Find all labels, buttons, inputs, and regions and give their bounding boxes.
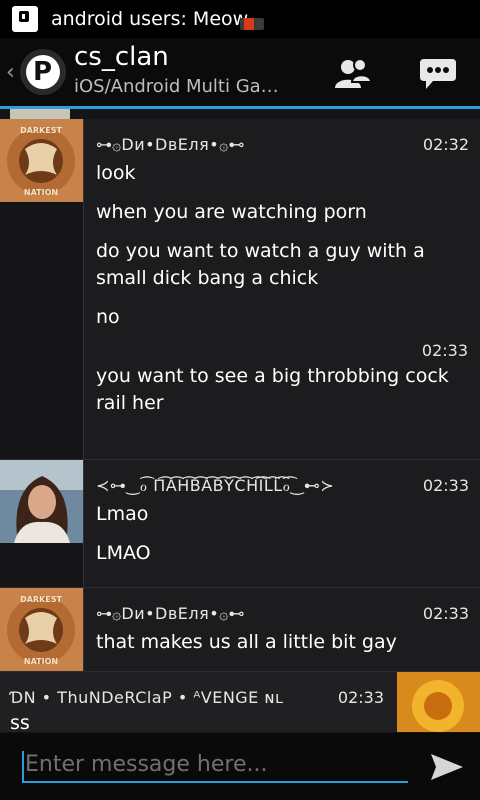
svg-text:NATION: NATION [24,188,58,197]
chat-subtitle: iOS/Android Multi Ga… [74,76,279,97]
message-input[interactable]: Enter message here... [22,747,408,783]
svg-text:NATION: NATION [24,657,58,666]
message-group[interactable]: ≺⊶‿ℴ͡ Π͡Α͡Η͡Β͡Α͡Β͡Υ͡C͡Η͡Ι͡L͡L͡ℴ͡‿⊷≻ 02:3… [0,460,480,588]
action-bar: ‹ P cs_clan iOS/Android Multi Ga… [0,38,480,106]
message-list[interactable]: DARKEST NATION ⊶۞Dи•DвEля•۞⊷ 02:32 look … [0,109,480,733]
sender-name: ⊶۞Dи•DвEля•۞⊷ [96,135,245,154]
message-composer: Enter message here... [0,733,480,800]
message-text: when you are watching porn [96,201,367,223]
previous-avatar [10,109,70,119]
chat-bubble-icon[interactable] [419,57,457,91]
message-text: LMAO [96,542,151,564]
text-caret [22,751,24,781]
svg-text:DARKEST: DARKEST [20,126,62,135]
status-notification-text: android users: Meow [51,8,249,30]
gold-avatar [397,672,480,732]
message-time: 02:32 [422,135,469,154]
message-text: ss [10,712,30,733]
message-time: 02:33 [337,688,384,707]
message-text: that makes us all a little bit gay [96,631,397,653]
sender-name: ≺⊶‿ℴ͡ Π͡Α͡Η͡Β͡Α͡Β͡Υ͡C͡Η͡Ι͡L͡L͡ℴ͡‿⊷≻ [96,476,335,495]
message-group[interactable]: ƊN • ThuNDeRClaP • ᴬVENGE ɴʟ 02:33 ss [0,672,480,733]
notification-icon [12,6,38,32]
dragon-avatar: DARKEST NATION [0,119,83,202]
message-group[interactable]: DARKEST NATION ⊶۞Dи•DвEля•۞⊷ 02:33 that … [0,588,480,672]
app-logo[interactable]: P [20,49,66,95]
message-text: no [96,306,120,328]
sender-name: ƊN • ThuNDeRClaP • ᴬVENGE ɴʟ [10,688,284,707]
send-icon[interactable] [430,753,464,781]
members-icon[interactable] [334,58,372,90]
chat-title: cs_clan [74,42,169,72]
battery-icon [240,18,264,30]
message-text: do you want to watch a guy with a small … [96,240,425,289]
message-text: Lmao [96,503,149,525]
back-chevron-icon[interactable]: ‹ [6,60,15,85]
message-time: 02:33 [422,604,469,623]
message-time: 02:33 [422,476,469,495]
user-photo-avatar [0,460,83,543]
status-bar: android users: Meow [0,0,480,38]
dragon-avatar: DARKEST NATION [0,588,83,671]
sender-name: ⊶۞Dи•DвEля•۞⊷ [96,604,245,623]
message-time: 02:33 [421,341,468,360]
svg-text:DARKEST: DARKEST [20,595,62,604]
message-group[interactable]: DARKEST NATION ⊶۞Dи•DвEля•۞⊷ 02:32 look … [0,119,480,460]
message-input-placeholder: Enter message here... [25,752,268,777]
message-text: look [96,162,136,184]
message-text: you want to see a big throbbing cock rai… [96,365,449,414]
